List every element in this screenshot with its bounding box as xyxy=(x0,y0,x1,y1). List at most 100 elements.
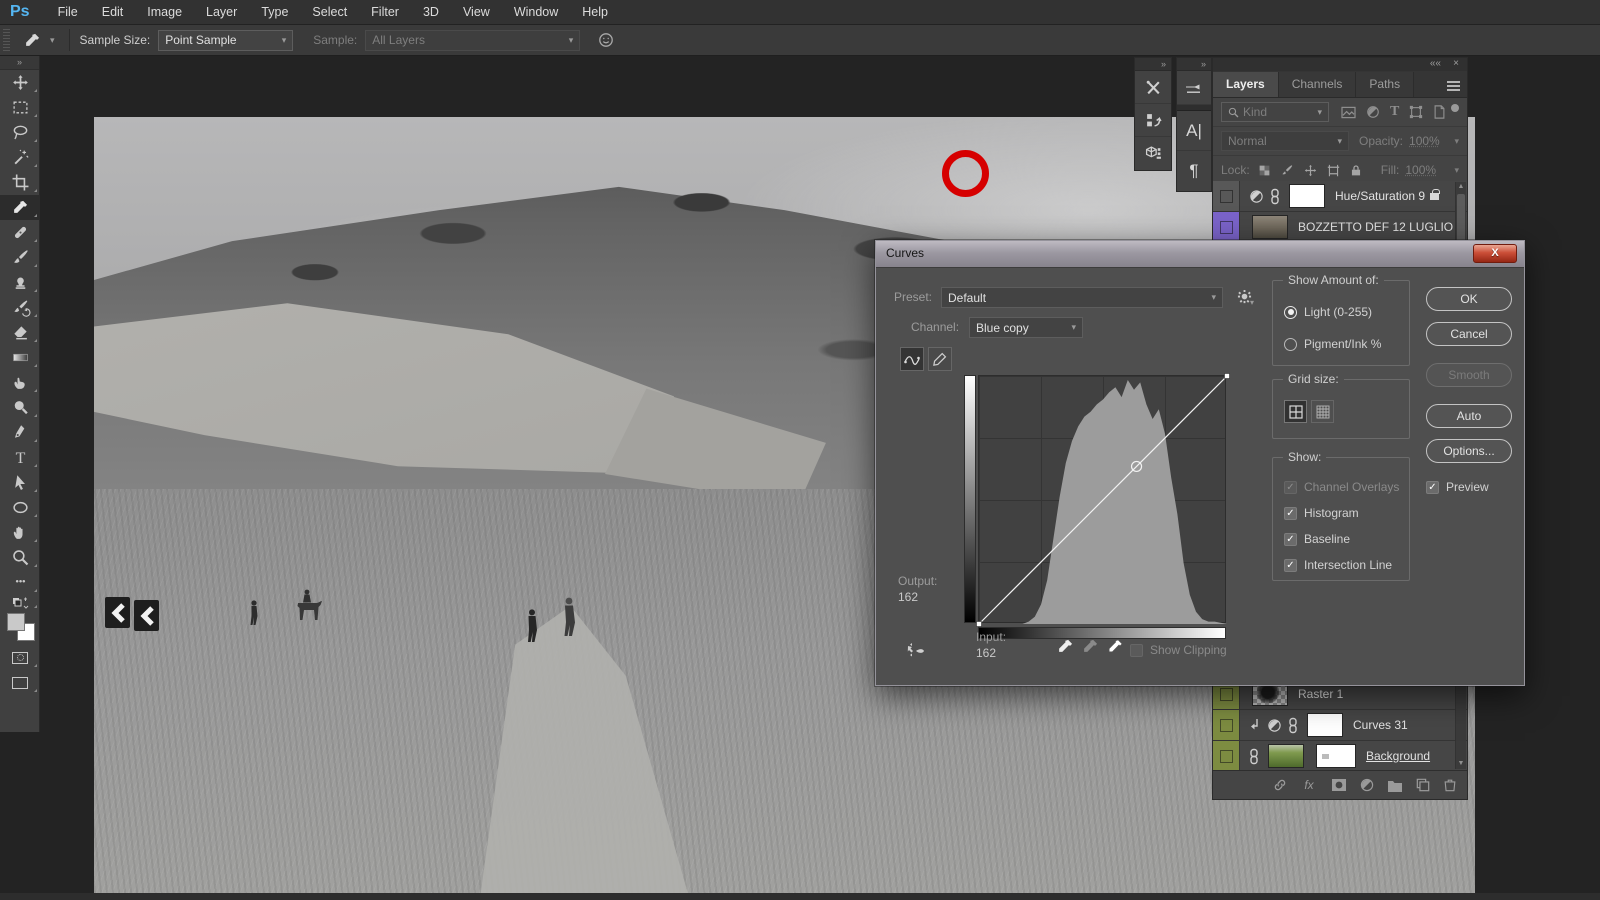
tool-zoom[interactable] xyxy=(0,545,40,570)
layer-visibility-checkbox[interactable] xyxy=(1220,719,1233,732)
layer-thumbnail[interactable] xyxy=(1252,215,1288,239)
sample-size-select[interactable]: Point Sample ▾ xyxy=(158,30,293,51)
menu-item-3d[interactable]: 3D xyxy=(411,0,451,25)
ok-button[interactable]: OK xyxy=(1426,287,1512,311)
pencil-curve-tool-button[interactable] xyxy=(928,347,952,371)
options-button[interactable]: Options... xyxy=(1426,439,1512,463)
pigment-radio-row[interactable]: Pigment/Ink % xyxy=(1284,337,1381,351)
tool-pen[interactable] xyxy=(0,420,40,445)
delete-layer-icon[interactable] xyxy=(1443,778,1457,792)
layer-visibility-checkbox[interactable] xyxy=(1220,190,1233,203)
tool-eyedropper[interactable] xyxy=(0,195,40,220)
eyedropper-tool-icon[interactable] xyxy=(24,32,41,49)
filter-smart-objects-icon[interactable] xyxy=(1433,105,1446,119)
filter-pixel-layers-icon[interactable] xyxy=(1341,106,1356,119)
lock-all-icon[interactable] xyxy=(1350,164,1362,177)
layer-thumbnail[interactable] xyxy=(1268,744,1304,768)
tool-gradient[interactable] xyxy=(0,345,40,370)
tool-presets-panel-icon[interactable] xyxy=(1135,71,1171,104)
layer-visibility-cell[interactable] xyxy=(1213,181,1240,211)
tool-history-brush[interactable] xyxy=(0,295,40,320)
targeted-adjustment-tool-icon[interactable] xyxy=(905,642,925,660)
layer-style-fx-icon[interactable]: fx xyxy=(1301,778,1318,792)
character-panel-icon[interactable]: A| xyxy=(1177,111,1211,151)
point-curve-tool-button[interactable] xyxy=(900,347,924,371)
layer-row[interactable]: Background xyxy=(1213,741,1467,772)
layer-thumbnail[interactable] xyxy=(1289,184,1325,208)
tool-clone-stamp[interactable] xyxy=(0,270,40,295)
tool-path-selection[interactable] xyxy=(0,470,40,495)
collapse-panels-icon[interactable]: «« xyxy=(1430,58,1441,70)
dialog-close-button[interactable]: X xyxy=(1473,244,1517,263)
layer-visibility-checkbox[interactable] xyxy=(1220,221,1233,234)
tool-eraser[interactable] xyxy=(0,320,40,345)
menu-item-select[interactable]: Select xyxy=(300,0,359,25)
preview-checkbox[interactable]: ✓ xyxy=(1426,481,1439,494)
tool-spot-healing[interactable] xyxy=(0,220,40,245)
layer-name[interactable]: Curves 31 xyxy=(1353,718,1408,732)
menu-item-view[interactable]: View xyxy=(451,0,502,25)
tool-marquee[interactable] xyxy=(0,95,40,120)
menu-item-edit[interactable]: Edit xyxy=(90,0,136,25)
screen-mode-button[interactable] xyxy=(0,670,40,695)
simple-grid-button[interactable] xyxy=(1284,400,1307,423)
brush-settings-panel-icon[interactable] xyxy=(1177,71,1211,105)
tool-quick-selection[interactable] xyxy=(0,145,40,170)
pigment-radio[interactable] xyxy=(1284,338,1297,351)
tool-dodge[interactable] xyxy=(0,395,40,420)
show-option-checkbox[interactable]: ✓ xyxy=(1284,507,1297,520)
foreground-color-swatch[interactable] xyxy=(7,613,25,631)
preset-select[interactable]: Default ▾ xyxy=(941,287,1223,308)
lock-artboard-icon[interactable] xyxy=(1327,164,1340,177)
layer-visibility-cell[interactable] xyxy=(1213,212,1240,242)
show-option-checkbox[interactable]: ✓ xyxy=(1284,559,1297,572)
close-panel-icon[interactable]: × xyxy=(1453,58,1459,70)
layer-name[interactable]: Background xyxy=(1366,749,1430,763)
channel-select[interactable]: Blue copy ▾ xyxy=(969,317,1083,338)
tab-paths[interactable]: Paths xyxy=(1356,72,1414,97)
tool-lasso[interactable] xyxy=(0,120,40,145)
tool-preset-caret-icon[interactable]: ▾ xyxy=(50,35,55,46)
menu-item-window[interactable]: Window xyxy=(502,0,570,25)
menu-item-filter[interactable]: Filter xyxy=(359,0,411,25)
menu-item-type[interactable]: Type xyxy=(249,0,300,25)
layer-row[interactable]: Hue/Saturation 9 xyxy=(1213,181,1467,212)
3d-panel-icon[interactable] xyxy=(1135,137,1171,170)
actions-panel-icon[interactable] xyxy=(1135,104,1171,137)
auto-button[interactable]: Auto xyxy=(1426,404,1512,428)
layer-visibility-checkbox[interactable] xyxy=(1220,750,1233,763)
tool-brush[interactable] xyxy=(0,245,40,270)
scroll-down-icon[interactable]: ▼ xyxy=(1456,759,1466,769)
layer-row[interactable]: Curves 31 xyxy=(1213,710,1467,741)
lock-pixels-icon[interactable] xyxy=(1281,164,1294,177)
curves-plot-area[interactable] xyxy=(978,375,1226,623)
white-point-eyedropper-icon[interactable] xyxy=(1107,638,1124,655)
tool-move[interactable] xyxy=(0,70,40,95)
tool-hand[interactable] xyxy=(0,520,40,545)
black-point-eyedropper-icon[interactable] xyxy=(1057,638,1074,655)
show-option-intersection-line[interactable]: ✓Intersection Line xyxy=(1284,558,1392,572)
toolbar-collapse-icon[interactable]: » xyxy=(0,56,39,70)
lock-transparency-icon[interactable] xyxy=(1258,164,1271,177)
layer-row[interactable]: BOZZETTO DEF 12 LUGLIO xyxy=(1213,212,1467,243)
new-layer-icon[interactable] xyxy=(1416,778,1430,792)
layer-thumbnail[interactable] xyxy=(1307,713,1343,737)
layer-visibility-cell[interactable] xyxy=(1213,710,1240,740)
filter-adjustment-layers-icon[interactable] xyxy=(1366,105,1380,119)
tool-smudge[interactable] xyxy=(0,370,40,395)
tab-layers[interactable]: Layers xyxy=(1213,72,1279,97)
preview-checkrow[interactable]: ✓ Preview xyxy=(1426,480,1489,494)
filter-shape-layers-icon[interactable] xyxy=(1409,105,1423,119)
quick-mask-button[interactable] xyxy=(0,645,40,670)
layer-name[interactable]: Raster 1 xyxy=(1298,687,1343,701)
new-adjustment-layer-icon[interactable] xyxy=(1360,778,1374,792)
tool-crop[interactable] xyxy=(0,170,40,195)
show-option-baseline[interactable]: ✓Baseline xyxy=(1284,532,1350,546)
layer-mask-thumbnail[interactable] xyxy=(1316,744,1356,768)
tool-ellipse[interactable] xyxy=(0,495,40,520)
scroll-up-icon[interactable]: ▲ xyxy=(1456,182,1466,192)
layer-name[interactable]: Hue/Saturation 9 xyxy=(1335,189,1425,203)
light-radio-row[interactable]: Light (0-255) xyxy=(1284,305,1372,319)
add-mask-icon[interactable] xyxy=(1331,778,1347,792)
color-swatches[interactable] xyxy=(0,611,40,645)
